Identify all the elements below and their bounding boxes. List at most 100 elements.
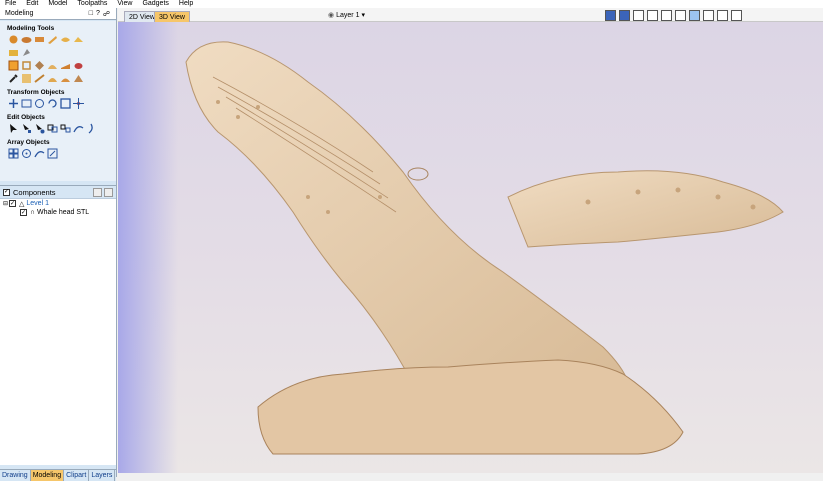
section-edit-objects: Edit Objects bbox=[7, 114, 45, 121]
level-icon: △ bbox=[19, 200, 25, 208]
weave-icon[interactable] bbox=[60, 73, 71, 84]
tab-clipart[interactable]: Clipart bbox=[64, 470, 90, 481]
section-modeling-tools: Modeling Tools bbox=[7, 25, 55, 32]
components-header: ✓ Components bbox=[0, 186, 116, 199]
tool-row bbox=[0, 46, 116, 59]
distort-icon[interactable] bbox=[34, 60, 45, 71]
menu-gadgets[interactable]: Gadgets bbox=[137, 0, 173, 8]
components-close-icon[interactable] bbox=[104, 187, 113, 197]
menu-file[interactable]: File bbox=[0, 0, 21, 8]
zoom-extents-icon[interactable] bbox=[647, 10, 658, 21]
menu-edit[interactable]: Edit bbox=[21, 0, 43, 8]
move-icon[interactable] bbox=[8, 98, 19, 109]
two-rail-icon[interactable] bbox=[47, 34, 58, 45]
tree-item-row[interactable]: ✓ ∩ Whale head STL bbox=[0, 208, 116, 217]
rotate-icon[interactable] bbox=[47, 98, 58, 109]
fade-icon[interactable] bbox=[47, 60, 58, 71]
components-title: Components bbox=[13, 187, 56, 197]
sculpt-icon[interactable] bbox=[21, 34, 32, 45]
folder-icon[interactable] bbox=[8, 47, 19, 58]
tilt-icon[interactable] bbox=[60, 60, 71, 71]
grid-array-icon[interactable] bbox=[8, 148, 19, 159]
dome-icon[interactable] bbox=[47, 73, 58, 84]
item-label: Whale head STL bbox=[37, 209, 90, 216]
trim-icon[interactable] bbox=[34, 123, 45, 134]
status-bar bbox=[118, 473, 823, 477]
tool-row bbox=[0, 147, 116, 160]
section-array-objects: Array Objects bbox=[7, 139, 50, 146]
view-tab-bar: 2D View 3D View ◉ Layer 1 ▾ bbox=[118, 8, 823, 22]
tab-modeling[interactable]: Modeling bbox=[30, 470, 65, 481]
revolve-icon[interactable] bbox=[60, 34, 71, 45]
sculpt-brush-icon[interactable] bbox=[21, 47, 32, 58]
zoom-out-icon[interactable] bbox=[675, 10, 686, 21]
material-icon[interactable] bbox=[717, 10, 728, 21]
section-transform-objects: Transform Objects bbox=[7, 89, 65, 96]
level-checkbox[interactable]: ✓ bbox=[9, 200, 16, 207]
item-checkbox[interactable]: ✓ bbox=[20, 209, 27, 216]
menu-toolpaths[interactable]: Toolpaths bbox=[72, 0, 112, 8]
split-view-icon[interactable] bbox=[731, 10, 742, 21]
tab-drawing[interactable]: Drawing bbox=[0, 470, 31, 481]
frame-icon[interactable] bbox=[21, 60, 32, 71]
smooth-icon[interactable] bbox=[73, 60, 84, 71]
center-icon[interactable] bbox=[73, 98, 84, 109]
3d-viewport[interactable] bbox=[118, 22, 823, 474]
whale-model-render bbox=[185, 41, 784, 455]
wrench-icon[interactable] bbox=[8, 73, 19, 84]
pin-icon[interactable]: □ bbox=[89, 10, 93, 18]
modeling-panel-header: Modeling □ ? ☍ bbox=[0, 8, 116, 20]
texture-icon[interactable] bbox=[73, 34, 84, 45]
bitmap-icon[interactable] bbox=[8, 60, 19, 71]
ungroup-icon[interactable] bbox=[60, 123, 71, 134]
view-toolbar bbox=[605, 10, 742, 21]
group-icon[interactable] bbox=[47, 123, 58, 134]
menu-help[interactable]: Help bbox=[174, 0, 198, 8]
view-top-icon[interactable] bbox=[619, 10, 630, 21]
view-iso-icon[interactable] bbox=[605, 10, 616, 21]
tool-row bbox=[0, 59, 116, 72]
tool-row bbox=[0, 122, 116, 135]
pyramid-icon[interactable] bbox=[73, 73, 84, 84]
wireframe-icon[interactable] bbox=[703, 10, 714, 21]
menu-model[interactable]: Model bbox=[43, 0, 72, 8]
level-label: Level 1 bbox=[26, 200, 49, 207]
tool-row bbox=[0, 97, 116, 110]
scale-icon[interactable] bbox=[34, 98, 45, 109]
select-arrow-icon[interactable] bbox=[8, 123, 19, 134]
flatten-icon[interactable] bbox=[34, 73, 45, 84]
dropdown-icon[interactable]: ▾ bbox=[361, 11, 365, 19]
layer-selector[interactable]: ◉ Layer 1 ▾ bbox=[328, 11, 365, 20]
view-front-icon[interactable] bbox=[633, 10, 644, 21]
layer-label: Layer 1 bbox=[336, 11, 360, 19]
join-icon[interactable] bbox=[73, 123, 84, 134]
component-icon: ∩ bbox=[30, 209, 36, 216]
tree-level-row[interactable]: ⊟ ✓ △ Level 1 bbox=[0, 199, 116, 208]
circular-array-icon[interactable] bbox=[21, 148, 32, 159]
left-panel: Modeling □ ? ☍ Modeling Tools Transform … bbox=[0, 8, 117, 481]
panel-title: Modeling bbox=[5, 10, 34, 17]
node-edit-icon[interactable] bbox=[21, 123, 32, 134]
panel-controls: □ ? ☍ bbox=[89, 10, 116, 18]
curve-icon[interactable] bbox=[86, 123, 97, 134]
components-options-icon[interactable] bbox=[93, 187, 102, 197]
mirror-icon[interactable] bbox=[60, 98, 71, 109]
nest-icon[interactable] bbox=[47, 148, 58, 159]
align-icon[interactable] bbox=[21, 98, 32, 109]
tab-layers[interactable]: Layers bbox=[89, 470, 116, 481]
zoom-in-icon[interactable] bbox=[661, 10, 672, 21]
menu-view[interactable]: View bbox=[112, 0, 137, 8]
shaded-view-icon[interactable] bbox=[689, 10, 700, 21]
extrude-icon[interactable] bbox=[34, 34, 45, 45]
float-icon[interactable]: ☍ bbox=[103, 10, 110, 18]
menu-bar: File Edit Model Toolpaths View Gadgets H… bbox=[0, 0, 823, 8]
modeling-tools-panel: Modeling Tools Transform Objects Edit Ob… bbox=[0, 21, 116, 181]
help-icon[interactable]: ? bbox=[96, 10, 100, 18]
components-checkbox[interactable]: ✓ bbox=[3, 188, 10, 196]
path-array-icon[interactable] bbox=[34, 148, 45, 159]
tab-3d-view[interactable]: 3D View bbox=[154, 11, 190, 22]
tool-row bbox=[0, 72, 116, 85]
texture-area-icon[interactable] bbox=[21, 73, 32, 84]
components-panel: ✓ Components ⊟ ✓ △ Level 1 ✓ ∩ Whale hea… bbox=[0, 185, 116, 465]
add-shape-icon[interactable] bbox=[8, 34, 19, 45]
